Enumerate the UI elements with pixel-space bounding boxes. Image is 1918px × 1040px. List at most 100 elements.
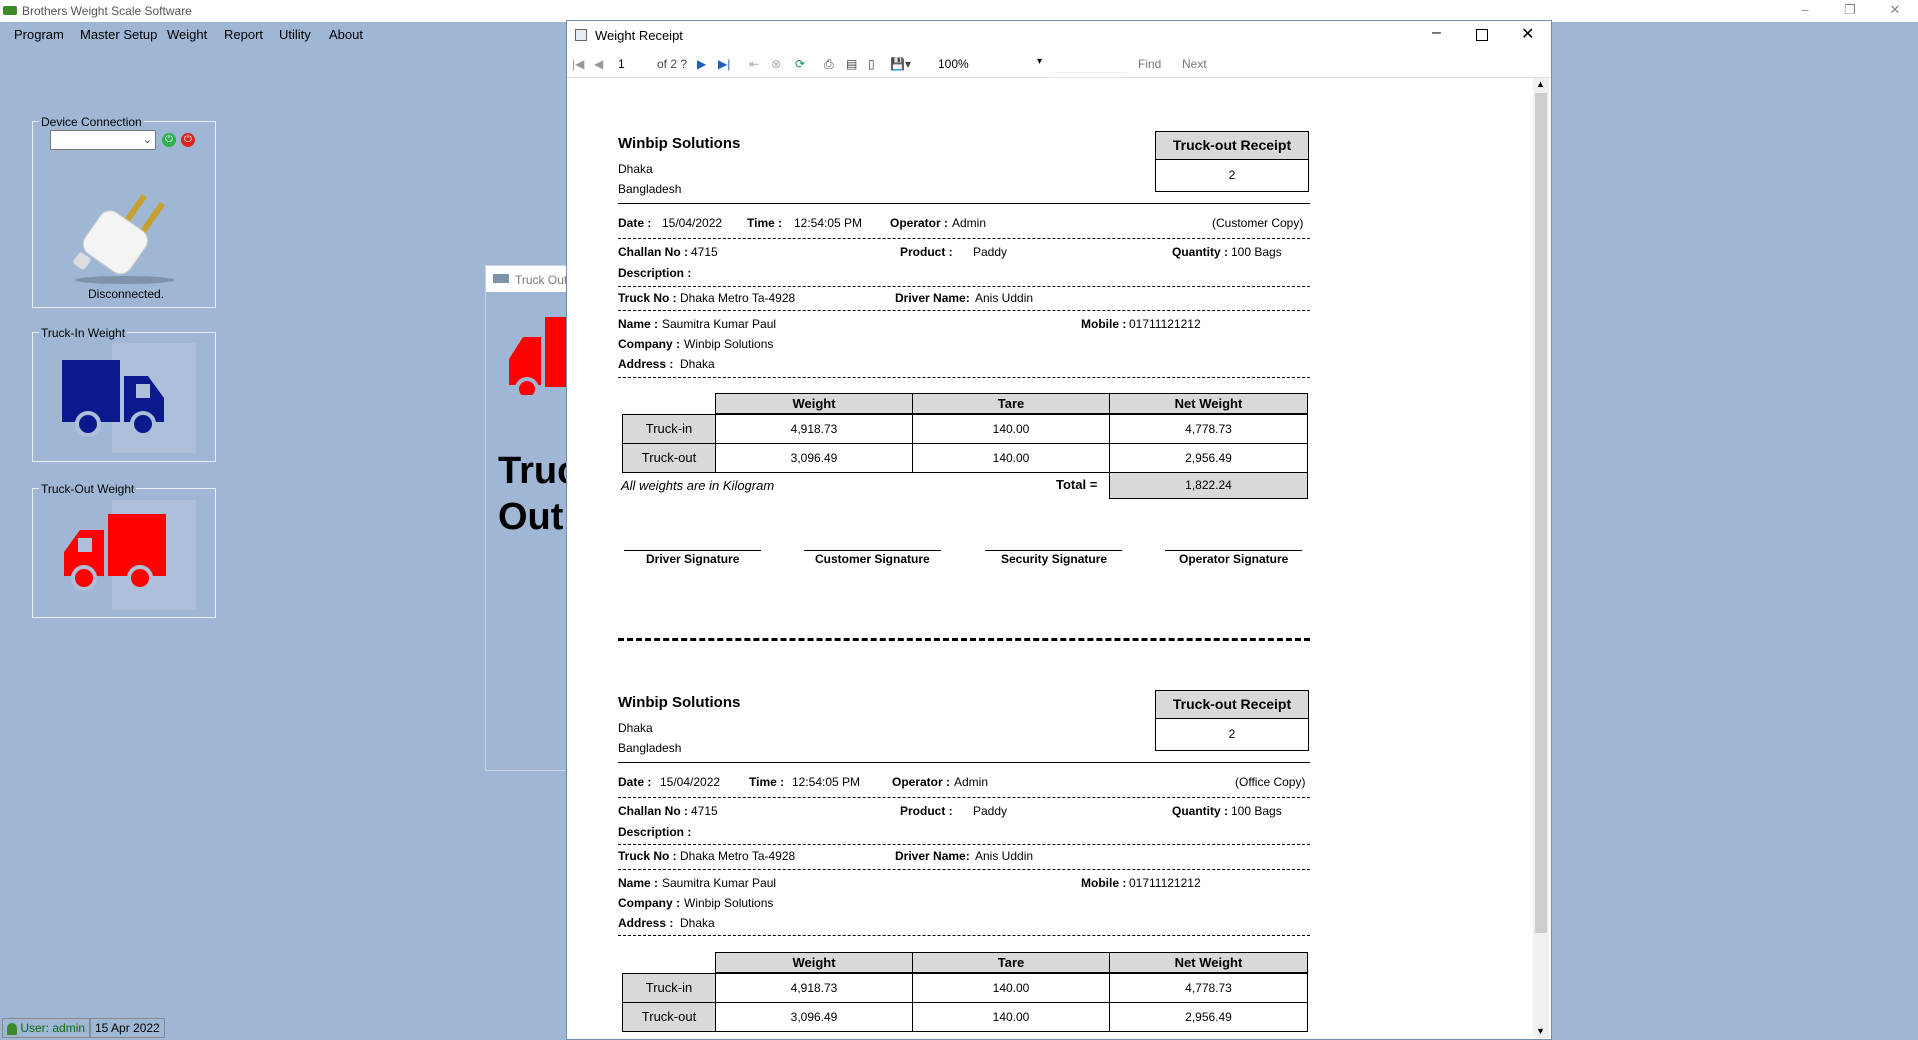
status-user: User: admin — [2, 1018, 91, 1038]
table-header-tare: Tare — [912, 952, 1110, 973]
prev-page-icon[interactable]: ◀ — [594, 57, 603, 71]
table-header-weight: Weight — [715, 393, 913, 414]
mobile-label: Mobile : — [1081, 876, 1127, 890]
quantity-value: 100 Bags — [1231, 804, 1282, 818]
report-maximize-button[interactable] — [1476, 29, 1488, 41]
zoom-select[interactable]: 100% ▾ — [934, 54, 1046, 72]
report-window-icon — [575, 29, 587, 41]
app-title: Brothers Weight Scale Software — [22, 4, 192, 18]
form-icon — [493, 274, 509, 283]
company-value: Winbip Solutions — [684, 337, 774, 351]
divider — [618, 762, 1310, 763]
red-truck-icon[interactable] — [60, 512, 168, 592]
next-page-icon[interactable]: ▶ — [697, 57, 706, 71]
scrollbar-thumb[interactable] — [1535, 93, 1547, 933]
last-page-icon[interactable]: ▶| — [718, 57, 730, 71]
signature-line — [985, 550, 1122, 551]
cell-net: 4,778.73 — [1109, 973, 1308, 1003]
total-label: Total = — [1056, 477, 1098, 492]
disconnect-power-icon[interactable]: ⏻ — [181, 133, 195, 147]
table-header-net: Net Weight — [1109, 393, 1308, 414]
export-icon[interactable]: 💾▾ — [890, 57, 911, 71]
page-setup-icon[interactable]: ▯ — [868, 57, 875, 71]
driver-value: Anis Uddin — [975, 849, 1034, 863]
user-icon — [7, 1022, 17, 1035]
report-minimize-button[interactable]: – — [1432, 24, 1441, 42]
print-icon[interactable]: ⎙ — [824, 57, 834, 72]
receipt-number: 2 — [1155, 159, 1309, 192]
cell-weight: 3,096.49 — [715, 443, 913, 473]
date-label: Date : — [618, 216, 652, 230]
row-label-truck-out: Truck-out — [622, 1002, 716, 1032]
minimize-button[interactable]: – — [1790, 2, 1820, 20]
back-icon[interactable]: ⇤ — [749, 57, 759, 71]
truck-out-form-title: Truck Out — [515, 273, 568, 287]
product-label: Product : — [900, 245, 953, 259]
status-date: 15 Apr 2022 — [90, 1018, 165, 1038]
blue-truck-icon[interactable] — [60, 356, 168, 436]
truck-out-big-text-2: Out — [498, 496, 564, 538]
menu-utility[interactable]: Utility — [279, 27, 311, 42]
time-value: 12:54:05 PM — [794, 216, 863, 230]
report-close-button[interactable]: ✕ — [1521, 24, 1534, 44]
page-number-input[interactable]: 1 — [614, 55, 654, 73]
customer-name-value: Saumitra Kumar Paul — [662, 876, 777, 890]
driver-signature: Driver Signature — [646, 552, 740, 566]
date-label: Date : — [618, 775, 652, 789]
find-input[interactable] — [1055, 54, 1127, 73]
first-page-icon[interactable]: |◀ — [572, 57, 584, 71]
row-label-truck-in: Truck-in — [622, 414, 716, 444]
restore-button[interactable]: ❐ — [1835, 2, 1865, 20]
refresh-icon[interactable]: ⟳ — [795, 57, 805, 71]
device-select[interactable]: ⌄ — [50, 130, 156, 150]
divider — [618, 844, 1310, 845]
time-label: Time : — [747, 216, 783, 230]
signature-line — [804, 550, 941, 551]
address-value: Dhaka — [680, 357, 715, 371]
operator-label: Operator : — [890, 216, 949, 230]
divider — [618, 286, 1310, 287]
cell-net: 2,956.49 — [1109, 443, 1308, 473]
date-value: 15/04/2022 — [662, 216, 723, 230]
menu-program[interactable]: Program — [14, 27, 64, 42]
divider — [618, 869, 1310, 870]
product-value: Paddy — [973, 245, 1008, 259]
cell-tare: 140.00 — [912, 973, 1110, 1003]
menu-master-setup[interactable]: Master Setup — [80, 27, 157, 42]
connect-power-icon[interactable]: ⏻ — [162, 133, 176, 147]
close-button[interactable]: ✕ — [1880, 2, 1910, 20]
menu-report[interactable]: Report — [224, 27, 263, 42]
cell-weight: 4,918.73 — [715, 414, 913, 444]
page-number-value: 1 — [618, 57, 625, 71]
description-label: Description : — [618, 266, 692, 280]
stop-icon[interactable]: ⊗ — [771, 57, 781, 71]
security-signature: Security Signature — [1001, 552, 1108, 566]
menu-about[interactable]: About — [329, 27, 363, 42]
mobile-label: Mobile : — [1081, 317, 1127, 331]
cell-weight: 4,918.73 — [715, 973, 913, 1003]
report-titlebar — [567, 21, 1551, 51]
customer-name-label: Name : — [618, 876, 659, 890]
cell-tare: 140.00 — [912, 443, 1110, 473]
find-button[interactable]: Find — [1138, 57, 1161, 71]
customer-signature: Customer Signature — [815, 552, 930, 566]
receipt-number: 2 — [1155, 718, 1309, 751]
company-label: Company : — [618, 337, 681, 351]
customer-name-value: Saumitra Kumar Paul — [662, 317, 777, 331]
divider — [618, 797, 1310, 798]
challan-label: Challan No : — [618, 804, 689, 818]
driver-label: Driver Name: — [895, 291, 970, 305]
table-header-tare: Tare — [912, 393, 1110, 414]
scroll-up-icon[interactable]: ▲ — [1536, 79, 1545, 89]
menu-weight[interactable]: Weight — [167, 27, 207, 42]
next-button[interactable]: Next — [1182, 57, 1207, 71]
print-layout-icon[interactable]: ▤ — [846, 57, 857, 71]
divider — [618, 203, 1310, 204]
copy-type: (Office Copy) — [1235, 775, 1306, 789]
address-label: Address : — [618, 916, 674, 930]
cut-line — [618, 638, 1310, 641]
row-label-truck-out: Truck-out — [622, 443, 716, 473]
company-label: Company : — [618, 896, 681, 910]
operator-label: Operator : — [892, 775, 951, 789]
scroll-down-icon[interactable]: ▼ — [1536, 1026, 1545, 1036]
